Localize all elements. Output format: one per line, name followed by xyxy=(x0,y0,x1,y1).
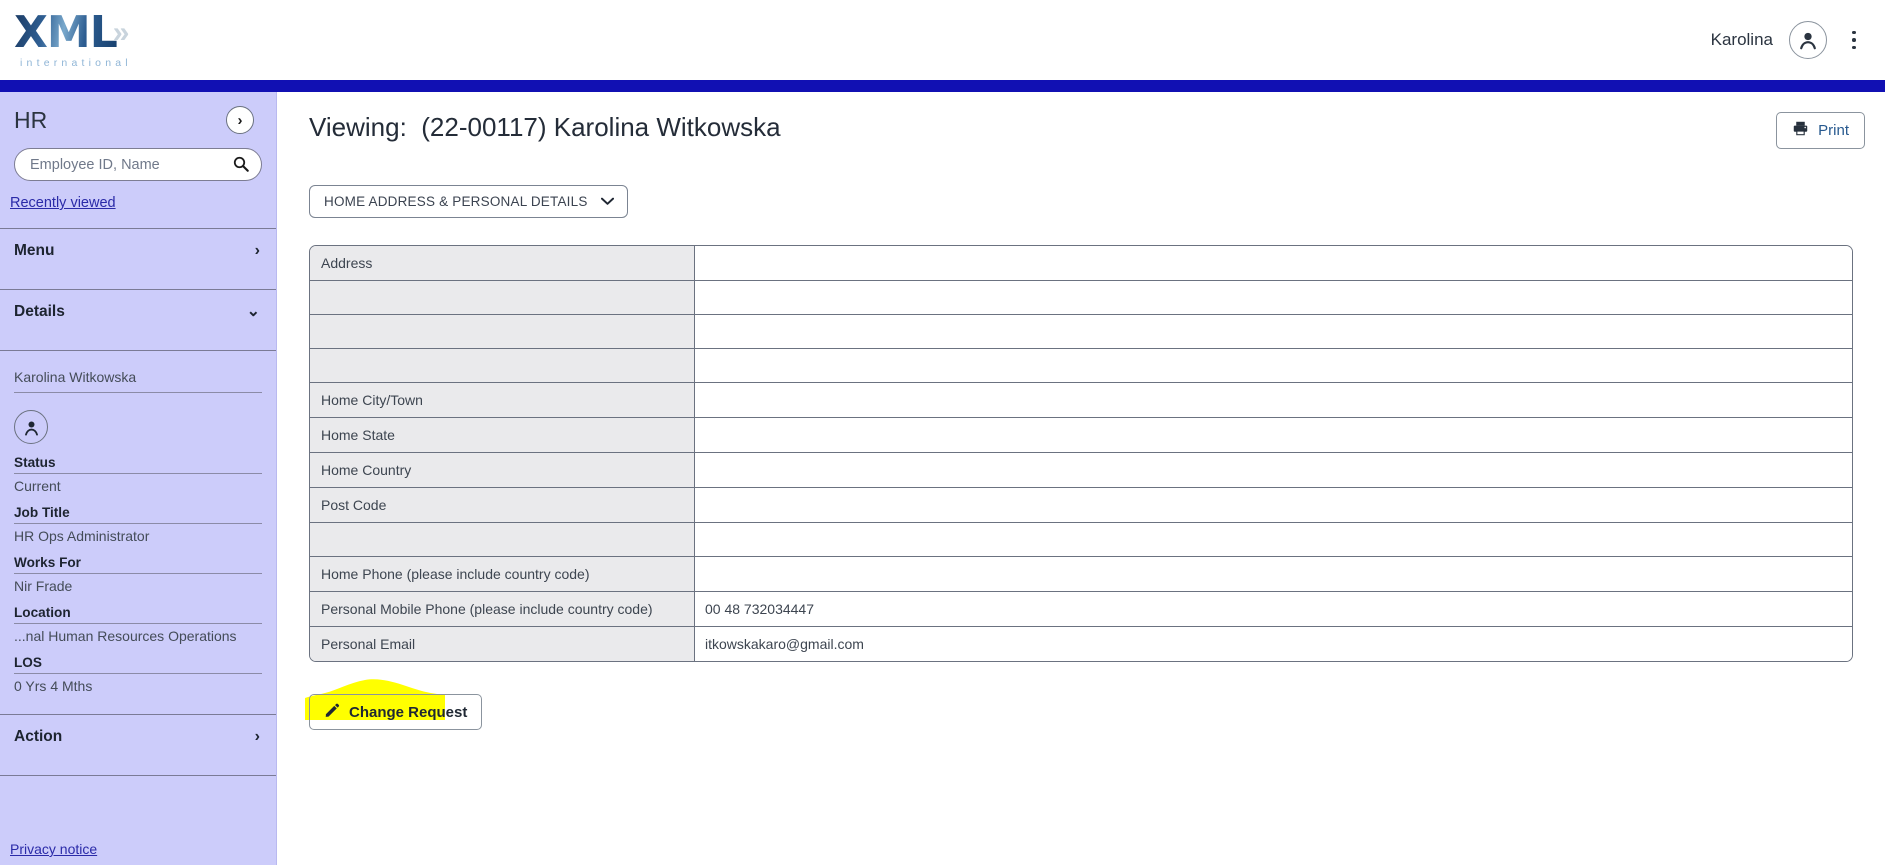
sidebar-field-location: Location ...nal Human Resources Operatio… xyxy=(14,605,262,644)
row-label xyxy=(310,523,695,556)
logo-chevrons-icon: » xyxy=(112,16,130,49)
table-row: Address xyxy=(310,246,1852,281)
row-value[interactable] xyxy=(695,453,1852,487)
table-row: Post Code xyxy=(310,488,1852,523)
print-button[interactable]: Print xyxy=(1776,112,1865,149)
app-logo[interactable]: XML » international xyxy=(14,7,132,70)
row-value[interactable] xyxy=(695,281,1852,314)
main-content: Viewing: (22-00117) Karolina Witkowska P… xyxy=(277,92,1885,865)
field-label: Works For xyxy=(14,555,262,574)
row-label: Address xyxy=(310,246,695,280)
recently-viewed-link[interactable]: Recently viewed xyxy=(10,195,116,211)
user-icon[interactable] xyxy=(1789,21,1827,59)
row-label: Home State xyxy=(310,418,695,452)
field-value: Nir Frade xyxy=(14,578,73,594)
user-icon xyxy=(14,410,48,444)
table-row: Home City/Town xyxy=(310,383,1852,418)
row-value[interactable] xyxy=(695,246,1852,280)
sidebar-details-panel: Karolina Witkowska Status Current Job Ti… xyxy=(0,351,276,700)
row-value[interactable] xyxy=(695,349,1852,382)
printer-icon xyxy=(1792,120,1809,141)
row-value[interactable]: itkowskakaro@gmail.com xyxy=(695,627,1852,661)
chevron-right-icon: › xyxy=(254,242,260,259)
logo-row: XML » xyxy=(14,7,130,58)
table-row xyxy=(310,315,1852,349)
table-row: Home Phone (please include country code) xyxy=(310,557,1852,592)
sidebar-item-label: Menu xyxy=(14,242,55,259)
sidebar-field-job-title: Job Title HR Ops Administrator xyxy=(14,505,262,544)
field-label: Location xyxy=(14,605,262,624)
row-label: Personal Mobile Phone (please include co… xyxy=(310,592,695,626)
sidebar-search-wrapper xyxy=(0,138,276,181)
row-label xyxy=(310,281,695,314)
sidebar-employee-name: Karolina Witkowska xyxy=(14,369,262,393)
field-label: Job Title xyxy=(14,505,262,524)
row-value[interactable] xyxy=(695,557,1852,591)
search-input[interactable] xyxy=(14,148,262,181)
header-user-name: Karolina xyxy=(1710,30,1773,49)
sidebar-divider xyxy=(0,775,276,776)
header-right-group: Karolina xyxy=(1711,21,1865,59)
section-dropdown-label: HOME ADDRESS & PERSONAL DETAILS xyxy=(324,194,588,209)
chevron-right-icon: › xyxy=(254,728,260,745)
table-row: Home State xyxy=(310,418,1852,453)
print-button-label: Print xyxy=(1818,122,1849,139)
sidebar-item-label: Action xyxy=(14,728,63,745)
row-label: Home Country xyxy=(310,453,695,487)
privacy-notice-link[interactable]: Privacy notice xyxy=(10,841,97,857)
top-header-bar: XML » international Karolina xyxy=(0,0,1885,80)
page-title-value: (22-00117) Karolina Witkowska xyxy=(421,112,781,142)
row-value[interactable] xyxy=(695,383,1852,417)
change-request-label: Change Request xyxy=(349,703,468,721)
chevron-down-icon xyxy=(600,194,614,209)
sidebar-item-label: Details xyxy=(14,303,65,320)
table-row xyxy=(310,349,1852,383)
sidebar: HR › Recently viewed Menu › Details ⌄ Ka… xyxy=(0,92,277,865)
sidebar-item-action[interactable]: Action › xyxy=(0,715,276,759)
pencil-icon xyxy=(324,702,340,722)
logo-subtitle: international xyxy=(20,57,132,69)
sidebar-item-menu[interactable]: Menu › xyxy=(0,229,276,273)
table-row: Personal Email itkowskakaro@gmail.com xyxy=(310,627,1852,661)
sidebar-field-works-for: Works For Nir Frade xyxy=(14,555,262,594)
row-label xyxy=(310,315,695,348)
table-row: Personal Mobile Phone (please include co… xyxy=(310,592,1852,627)
sidebar-field-status: Status Current xyxy=(14,455,262,494)
field-label: LOS xyxy=(14,655,262,674)
page-title: Viewing: (22-00117) Karolina Witkowska xyxy=(309,112,781,143)
field-value: ...nal Human Resources Operations xyxy=(14,628,237,644)
field-value: 0 Yrs 4 Mths xyxy=(14,678,93,694)
row-value[interactable] xyxy=(695,523,1852,556)
row-label: Post Code xyxy=(310,488,695,522)
field-label: Status xyxy=(14,455,262,474)
row-value[interactable]: 00 48 732034447 xyxy=(695,592,1852,626)
sidebar-header: HR › xyxy=(0,92,276,138)
logo-text: XML xyxy=(14,7,118,58)
row-value[interactable] xyxy=(695,418,1852,452)
row-value[interactable] xyxy=(695,315,1852,348)
section-dropdown[interactable]: HOME ADDRESS & PERSONAL DETAILS xyxy=(309,185,628,218)
row-value[interactable] xyxy=(695,488,1852,522)
chevron-right-icon[interactable]: › xyxy=(226,106,254,134)
table-row xyxy=(310,523,1852,557)
field-value: Current xyxy=(14,478,61,494)
accent-bar xyxy=(0,80,1885,92)
change-request-button[interactable]: Change Request xyxy=(309,694,483,730)
sidebar-field-los: LOS 0 Yrs 4 Mths xyxy=(14,655,262,694)
kebab-menu-icon[interactable] xyxy=(1843,23,1865,57)
page-title-prefix: Viewing: xyxy=(309,112,407,142)
chevron-down-icon: ⌄ xyxy=(246,303,260,320)
row-label: Personal Email xyxy=(310,627,695,661)
table-row xyxy=(310,281,1852,315)
row-label: Home City/Town xyxy=(310,383,695,417)
change-request-wrapper: Change Request xyxy=(305,679,483,730)
table-row: Home Country xyxy=(310,453,1852,488)
sidebar-item-details[interactable]: Details ⌄ xyxy=(0,290,276,334)
field-value: HR Ops Administrator xyxy=(14,528,150,544)
row-label xyxy=(310,349,695,382)
main-header: Viewing: (22-00117) Karolina Witkowska P… xyxy=(277,92,1885,149)
row-label: Home Phone (please include country code) xyxy=(310,557,695,591)
personal-details-table: Address Home City/Town Home State Home C… xyxy=(309,245,1853,662)
sidebar-title: HR xyxy=(14,106,48,133)
